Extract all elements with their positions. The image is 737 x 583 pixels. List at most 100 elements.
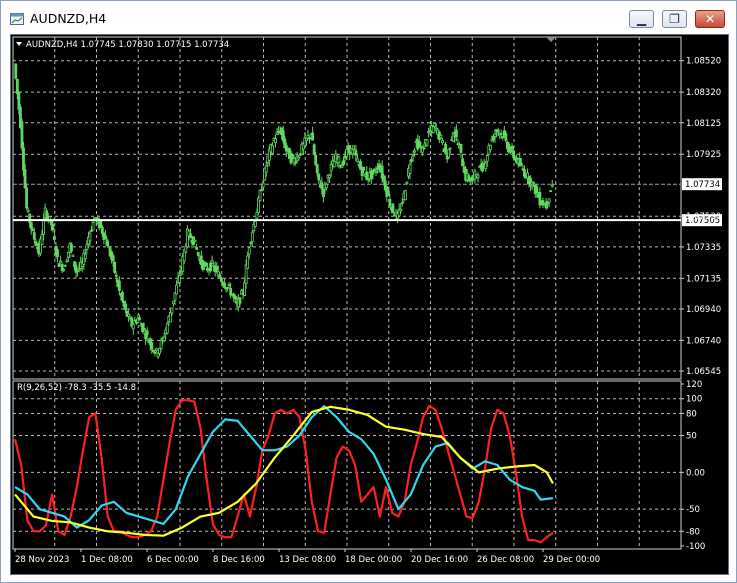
candle-body (386, 190, 390, 196)
candle-body (145, 330, 149, 336)
candle-body (53, 236, 56, 240)
candle-body (150, 342, 154, 350)
candle-body (485, 155, 489, 162)
shift-marker-icon[interactable] (546, 37, 556, 42)
candle-body (153, 351, 157, 354)
window-title: AUDNZD,H4 (30, 11, 107, 26)
time-tick-label: 1 Dec 08:00 (81, 555, 133, 565)
candle-body (448, 147, 452, 150)
candle-body (28, 213, 32, 223)
restore-button[interactable]: ❐ (662, 10, 687, 28)
candle-body (25, 187, 28, 209)
candle-body (422, 147, 426, 150)
candle-body (337, 156, 341, 164)
indicator-tick-label: -80 (686, 527, 700, 537)
candle-body (14, 63, 18, 79)
candle-body (31, 229, 35, 232)
indicator-axis: 120 100 80 50 0.00 -50 -80 -100 (681, 380, 705, 552)
candle-body (34, 241, 38, 246)
candle-body (509, 149, 512, 153)
candle-body (417, 141, 421, 147)
price-header: AUDNZD,H4 1.07745 1.07830 1.07715 1.0773… (26, 40, 229, 50)
candle-body (250, 232, 254, 242)
candle-body (261, 182, 265, 188)
candle-body (113, 261, 117, 273)
time-tick-label: 29 Dec 00:00 (543, 555, 600, 565)
candle-body (233, 296, 237, 300)
chart-area[interactable]: 1.07734 1.07505 1.08520 1.08320 1.08125 1.07… (10, 34, 729, 575)
candle-body (247, 247, 251, 255)
candle-body (159, 340, 163, 349)
indicator-label: R(9,26,52) -78.3 -35.5 -14.8 (17, 383, 136, 393)
candle-body (175, 284, 178, 295)
candle-body (226, 286, 229, 289)
candle-body (91, 221, 95, 231)
time-tick-label: 28 Nov 2023 (15, 555, 69, 565)
price-tick-label: 1.06940 (686, 305, 721, 315)
candle-body (246, 255, 250, 269)
candle-body (59, 260, 63, 263)
candle-body (354, 150, 358, 156)
candle-body (447, 149, 451, 158)
candle-body (196, 251, 200, 256)
candle-body (373, 168, 376, 171)
candle-body (325, 183, 328, 188)
terminal-window: AUDNZD,H4 ▁ ❐ ✕ 1.07734 1.07505 1.08520 1.… (0, 0, 737, 583)
time-tick-label: 20 Dec 16:00 (411, 555, 468, 565)
candle-body (124, 303, 127, 311)
candle-body (127, 313, 131, 317)
time-tick-label: 6 Dec 00:00 (147, 555, 199, 565)
candle-body (322, 189, 325, 198)
time-tick-label: 8 Dec 16:00 (213, 555, 265, 565)
candle-body (88, 232, 92, 242)
title-bar[interactable]: AUDNZD,H4 ▁ ❐ ✕ (1, 1, 736, 33)
price-tick-label: 1.07925 (686, 150, 721, 160)
candle-body (328, 174, 332, 179)
price-axis: 1.08520 1.08320 1.08125 1.07925 1.07530 1.073… (681, 57, 721, 377)
indicator-tick-label: 0.00 (686, 468, 705, 478)
time-tick-label: 26 Dec 08:00 (477, 555, 534, 565)
price-grid (13, 37, 681, 379)
candle-body (133, 319, 137, 322)
candle-body (535, 186, 539, 193)
candle-body (264, 165, 268, 173)
price-tick-label: 1.06740 (686, 336, 721, 346)
candle-body (403, 190, 407, 201)
candle-body (365, 171, 369, 180)
indicator-tick-label: 100 (686, 395, 702, 405)
candle-body (63, 264, 67, 267)
candle-body (271, 145, 274, 154)
candle-body (107, 245, 110, 248)
candle-body (311, 132, 315, 141)
candle-body (388, 199, 392, 207)
minimize-button[interactable]: ▁ (629, 10, 654, 28)
candle-body (484, 162, 488, 169)
candle-body (340, 165, 344, 168)
candle-body (382, 175, 386, 181)
candle-body (433, 123, 437, 127)
indicator-tick-label: -100 (686, 542, 705, 552)
candle-body (70, 243, 73, 252)
candle-body (138, 317, 141, 321)
candle-body (218, 274, 222, 278)
candle-body (26, 209, 30, 212)
chart-window-icon (10, 13, 24, 25)
candle-body (114, 274, 118, 277)
price-tick-label: 1.08320 (686, 88, 721, 98)
candle-body (258, 190, 262, 202)
candle-body (439, 134, 443, 139)
candle-body (374, 170, 378, 173)
candle-body (23, 169, 27, 189)
candle-body (255, 211, 259, 220)
chart-menu-triangle-icon[interactable] (16, 42, 22, 46)
candle-body (76, 270, 80, 272)
candle-body (488, 144, 492, 150)
close-button[interactable]: ✕ (695, 10, 725, 28)
chart-canvas[interactable]: 1.077341.07505 1.08520 1.08320 1.08125 1.07… (11, 35, 728, 574)
candle-body (121, 292, 124, 302)
candle-body (210, 259, 214, 264)
candle-body (104, 235, 107, 239)
candle-body (168, 312, 172, 323)
candle-body (20, 121, 24, 149)
candle-body (359, 161, 362, 170)
